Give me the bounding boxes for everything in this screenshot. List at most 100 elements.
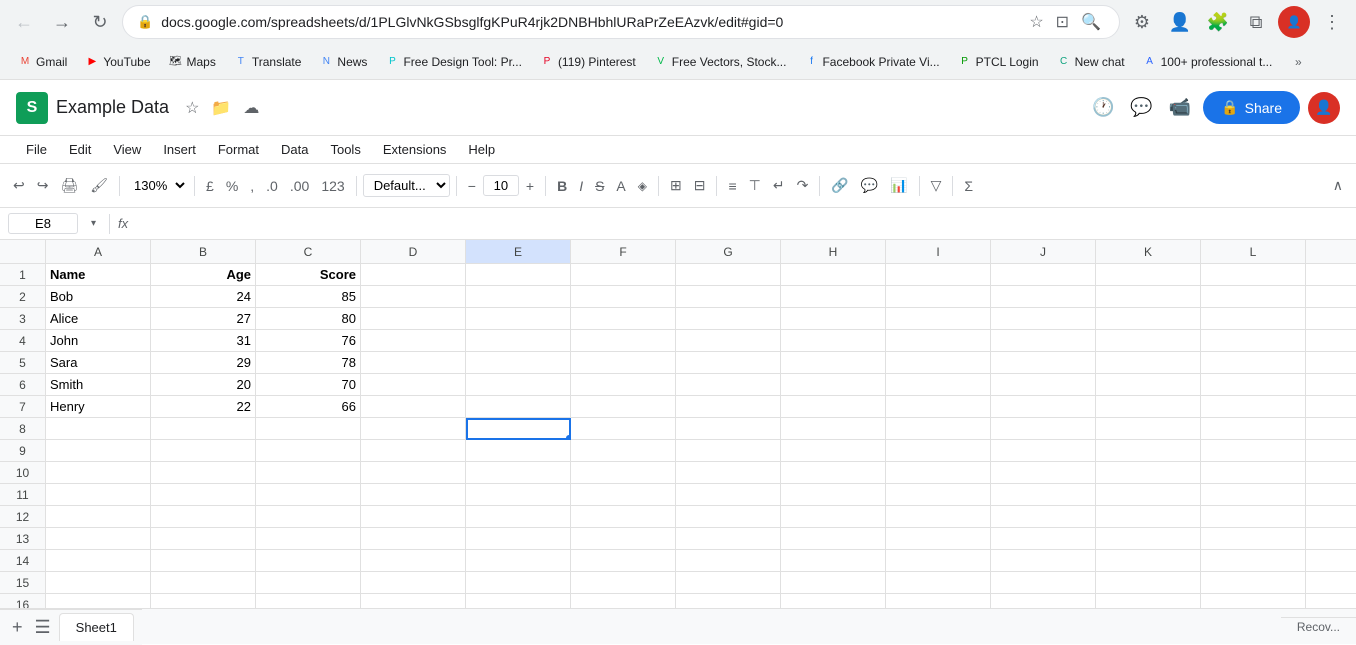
cell-e6[interactable] — [466, 374, 571, 396]
row-num-2[interactable]: 2 — [0, 286, 46, 308]
cell-f8[interactable] — [571, 418, 676, 440]
menu-edit[interactable]: Edit — [59, 138, 101, 161]
cell-l9[interactable] — [1201, 440, 1306, 462]
row-num-12[interactable]: 12 — [0, 506, 46, 528]
cell-a8[interactable] — [46, 418, 151, 440]
cell-i2[interactable] — [886, 286, 991, 308]
cell-j5[interactable] — [991, 352, 1096, 374]
bookmark-free-design[interactable]: P Free Design Tool: Pr... — [377, 52, 530, 72]
row-num-8[interactable]: 8 — [0, 418, 46, 440]
comma-button[interactable]: , — [245, 175, 259, 197]
col-header-f[interactable]: F — [571, 240, 676, 264]
cell-b1[interactable]: Age — [151, 264, 256, 286]
move-to-folder-button[interactable]: 📁 — [207, 94, 235, 122]
cell-m4[interactable] — [1306, 330, 1356, 352]
cell-j7[interactable] — [991, 396, 1096, 418]
cell-g5[interactable] — [676, 352, 781, 374]
col-header-h[interactable]: H — [781, 240, 886, 264]
undo-button[interactable]: ↩ — [8, 174, 30, 197]
cell-j2[interactable] — [991, 286, 1096, 308]
cell-g1[interactable] — [676, 264, 781, 286]
cell-d9[interactable] — [361, 440, 466, 462]
cell-e5[interactable] — [466, 352, 571, 374]
col-header-i[interactable]: I — [886, 240, 991, 264]
menu-tools[interactable]: Tools — [320, 138, 370, 161]
cell-d2[interactable] — [361, 286, 466, 308]
extensions-icon[interactable]: ⚙ — [1126, 6, 1158, 38]
cell-l7[interactable] — [1201, 396, 1306, 418]
cell-k6[interactable] — [1096, 374, 1201, 396]
address-bar[interactable]: 🔒 docs.google.com/spreadsheets/d/1PLGlvN… — [122, 5, 1120, 39]
dec-decrease-button[interactable]: .0 — [261, 175, 283, 197]
cell-c1[interactable]: Score — [256, 264, 361, 286]
cloud-save-button[interactable]: ☁ — [239, 94, 263, 122]
meet-button[interactable]: 📹 — [1165, 93, 1195, 122]
cell-g3[interactable] — [676, 308, 781, 330]
cell-l1[interactable] — [1201, 264, 1306, 286]
cell-c8[interactable] — [256, 418, 361, 440]
rotate-button[interactable]: ↷ — [792, 174, 814, 197]
cell-e2[interactable] — [466, 286, 571, 308]
cell-d6[interactable] — [361, 374, 466, 396]
currency-button[interactable]: £ — [201, 175, 219, 197]
bookmark-ptcl[interactable]: P PTCL Login — [950, 52, 1047, 72]
cell-e9[interactable] — [466, 440, 571, 462]
row-num-6[interactable]: 6 — [0, 374, 46, 396]
comment-toolbar-button[interactable]: 💬 — [856, 174, 883, 197]
bookmark-maps[interactable]: 🗺 Maps — [161, 52, 224, 72]
cell-c6[interactable]: 70 — [256, 374, 361, 396]
bookmark-facebook[interactable]: f Facebook Private Vi... — [796, 52, 947, 72]
cell-d7[interactable] — [361, 396, 466, 418]
cell-l4[interactable] — [1201, 330, 1306, 352]
cell-i9[interactable] — [886, 440, 991, 462]
font-size-decrease-button[interactable]: − — [463, 175, 481, 197]
cell-m8[interactable] — [1306, 418, 1356, 440]
menu-data[interactable]: Data — [271, 138, 318, 161]
puzzle-icon[interactable]: 🧩 — [1202, 6, 1234, 38]
cell-k5[interactable] — [1096, 352, 1201, 374]
cell-l5[interactable] — [1201, 352, 1306, 374]
menu-insert[interactable]: Insert — [153, 138, 206, 161]
cell-m2[interactable] — [1306, 286, 1356, 308]
print-button[interactable]: 🖨 — [55, 174, 83, 197]
col-header-l[interactable]: L — [1201, 240, 1306, 264]
cell-l3[interactable] — [1201, 308, 1306, 330]
chart-button[interactable]: 📊 — [885, 174, 912, 197]
bookmark-translate[interactable]: T Translate — [226, 52, 310, 72]
row-num-16[interactable]: 16 — [0, 594, 46, 608]
cell-f6[interactable] — [571, 374, 676, 396]
cell-a6[interactable]: Smith — [46, 374, 151, 396]
cell-a1[interactable]: Name — [46, 264, 151, 286]
cell-i6[interactable] — [886, 374, 991, 396]
fill-color-button[interactable]: ◈ — [633, 176, 652, 196]
link-button[interactable]: 🔗 — [826, 174, 853, 197]
cell-k2[interactable] — [1096, 286, 1201, 308]
cell-f5[interactable] — [571, 352, 676, 374]
cell-k1[interactable] — [1096, 264, 1201, 286]
cell-f4[interactable] — [571, 330, 676, 352]
cell-a5[interactable]: Sara — [46, 352, 151, 374]
cell-a7[interactable]: Henry — [46, 396, 151, 418]
cell-c9[interactable] — [256, 440, 361, 462]
functions-button[interactable]: Σ — [959, 175, 978, 197]
cell-g7[interactable] — [676, 396, 781, 418]
row-num-15[interactable]: 15 — [0, 572, 46, 594]
avatar-icon[interactable]: 👤 — [1278, 6, 1310, 38]
row-num-9[interactable]: 9 — [0, 440, 46, 462]
italic-button[interactable]: I — [574, 175, 588, 197]
cell-h8[interactable] — [781, 418, 886, 440]
col-header-g[interactable]: G — [676, 240, 781, 264]
row-num-11[interactable]: 11 — [0, 484, 46, 506]
font-family-select[interactable]: Default... — [363, 174, 450, 197]
add-sheet-button[interactable]: + — [8, 613, 27, 642]
merge-button[interactable]: ⊟ — [689, 174, 711, 197]
cell-i7[interactable] — [886, 396, 991, 418]
font-size-increase-button[interactable]: + — [521, 175, 539, 197]
cell-b7[interactable]: 22 — [151, 396, 256, 418]
cell-f1[interactable] — [571, 264, 676, 286]
window-icon[interactable]: ⧉ — [1240, 6, 1272, 38]
cell-b2[interactable]: 24 — [151, 286, 256, 308]
cell-b4[interactable]: 31 — [151, 330, 256, 352]
cell-m9[interactable] — [1306, 440, 1356, 462]
format-123-button[interactable]: 123 — [316, 175, 349, 197]
